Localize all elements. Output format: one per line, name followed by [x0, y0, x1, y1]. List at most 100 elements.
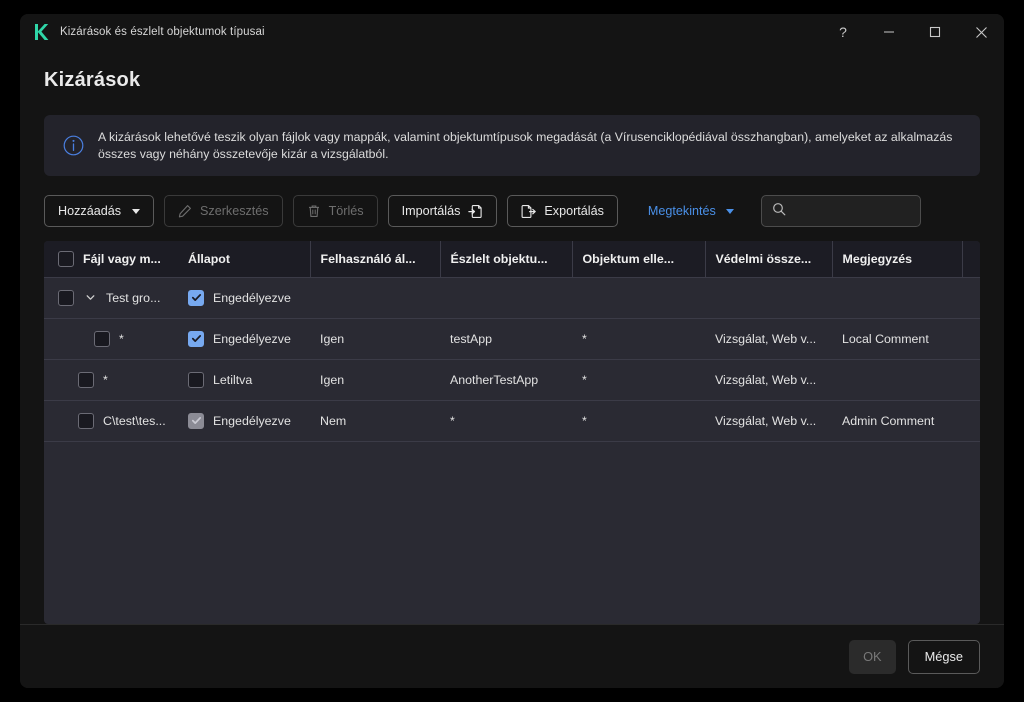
cell-file-text: Test gro...: [106, 291, 160, 305]
status-checkbox-3[interactable]: [188, 413, 204, 429]
minimize-button[interactable]: [866, 14, 912, 50]
search-icon: [772, 202, 786, 221]
table-row[interactable]: C\test\tes...EngedélyezveNem**Vizsgálat,…: [44, 400, 980, 441]
cell-objectcheck: *: [572, 400, 705, 441]
import-icon: [468, 204, 483, 219]
row-checkbox-2[interactable]: [78, 372, 94, 388]
cell-detected: [440, 277, 572, 318]
table-row[interactable]: *EngedélyezveIgentestApp*Vizsgálat, Web …: [44, 318, 980, 359]
cell-detected: testApp: [440, 318, 572, 359]
cell-comment: [832, 277, 962, 318]
cell-comment: Admin Comment: [832, 400, 962, 441]
cell-protection: Vizsgálat, Web v...: [705, 359, 832, 400]
cell-comment: [832, 359, 962, 400]
dialog-footer: OK Mégse: [20, 624, 1004, 688]
cell-protection: [705, 277, 832, 318]
cell-objectcheck: [572, 277, 705, 318]
cell-spacer: [962, 400, 980, 441]
table-header-select-all-cell: Fájl vagy m...: [44, 241, 178, 277]
column-header-protection[interactable]: Védelmi össze...: [705, 241, 832, 277]
cell-file-text: *: [119, 332, 124, 346]
delete-button[interactable]: Törlés: [293, 195, 378, 227]
export-button-label: Exportálás: [544, 204, 604, 218]
cell-status-text: Engedélyezve: [213, 414, 291, 428]
cell-user: Igen: [310, 359, 440, 400]
window-title: Kizárások és észlelt objektumok típusai: [60, 26, 265, 38]
window-controls: ?: [820, 14, 1004, 50]
cell-file: C\test\tes...: [44, 400, 178, 441]
table-body: Test gro... Engedélyezve * Engedélyezve Igen…: [44, 277, 980, 441]
cell-spacer: [962, 277, 980, 318]
help-button[interactable]: ?: [820, 14, 866, 50]
maximize-button[interactable]: [912, 14, 958, 50]
delete-button-label: Törlés: [329, 204, 364, 218]
cell-status: Engedélyezve: [178, 400, 310, 441]
cell-objectcheck: *: [572, 359, 705, 400]
expand-collapse-chevron-icon[interactable]: [83, 291, 97, 305]
exclusions-table-element: Fájl vagy m... ÁllapotFelhasználó ál...És…: [44, 241, 980, 442]
cell-file: Test gro...: [44, 277, 178, 318]
table-row[interactable]: *LetiltvaIgenAnotherTestApp*Vizsgálat, W…: [44, 359, 980, 400]
cell-file: *: [44, 359, 178, 400]
cell-user: Nem: [310, 400, 440, 441]
column-header-spacer: [962, 241, 980, 277]
cell-status-text: Engedélyezve: [213, 291, 291, 305]
cell-spacer: [962, 359, 980, 400]
row-checkbox-0[interactable]: [58, 290, 74, 306]
cell-protection: Vizsgálat, Web v...: [705, 400, 832, 441]
cell-file: *: [44, 318, 178, 359]
column-header-comment[interactable]: Megjegyzés: [832, 241, 962, 277]
column-header-detected[interactable]: Észlelt objektu...: [440, 241, 572, 277]
dialog-window: Kizárások és észlelt objektumok típusai …: [20, 14, 1004, 688]
info-circle-icon: [62, 135, 84, 157]
cell-protection: Vizsgálat, Web v...: [705, 318, 832, 359]
page-title: Kizárások: [44, 69, 980, 92]
view-dropdown[interactable]: Megtekintés: [648, 204, 734, 218]
edit-button[interactable]: Szerkesztés: [164, 195, 283, 227]
status-checkbox-1[interactable]: [188, 331, 204, 347]
title-bar: Kizárások és észlelt objektumok típusai …: [20, 14, 1004, 50]
cell-status: Letiltva: [178, 359, 310, 400]
column-header-objectcheck[interactable]: Objektum elle...: [572, 241, 705, 277]
row-checkbox-3[interactable]: [78, 413, 94, 429]
select-all-checkbox[interactable]: [58, 251, 74, 267]
cell-file-text: *: [103, 373, 108, 387]
add-button-label: Hozzáadás: [58, 204, 121, 218]
column-header-file[interactable]: Fájl vagy m...: [83, 252, 161, 266]
cell-file-text: C\test\tes...: [103, 414, 166, 428]
cell-detected: AnotherTestApp: [440, 359, 572, 400]
cell-user: [310, 277, 440, 318]
status-checkbox-2[interactable]: [188, 372, 204, 388]
table-header: Fájl vagy m... ÁllapotFelhasználó ál...És…: [44, 241, 980, 277]
row-checkbox-1[interactable]: [94, 331, 110, 347]
add-button[interactable]: Hozzáadás: [44, 195, 154, 227]
cell-spacer: [962, 318, 980, 359]
cell-status-text: Engedélyezve: [213, 332, 291, 346]
cell-user: Igen: [310, 318, 440, 359]
toolbar: Hozzáadás Szerkesztés: [44, 195, 980, 227]
ok-button[interactable]: OK: [849, 640, 896, 674]
info-banner-text: A kizárások lehetővé teszik olyan fájlok…: [98, 129, 962, 162]
view-dropdown-label: Megtekintés: [648, 204, 716, 218]
kaspersky-k-logo-icon: [32, 22, 50, 42]
cell-status-text: Letiltva: [213, 373, 252, 387]
search-input[interactable]: [794, 203, 910, 219]
import-button[interactable]: Importálás: [388, 195, 498, 227]
column-header-user[interactable]: Felhasználó ál...: [310, 241, 440, 277]
status-checkbox-0[interactable]: [188, 290, 204, 306]
dialog-content: Kizárások A kizárások lehetővé teszik ol…: [20, 50, 1004, 624]
cancel-button[interactable]: Mégse: [908, 640, 980, 674]
import-button-label: Importálás: [402, 204, 461, 218]
table-group-row[interactable]: Test gro... Engedélyezve: [44, 277, 980, 318]
chevron-down-icon: [726, 209, 734, 214]
cell-detected: *: [440, 400, 572, 441]
cell-comment: Local Comment: [832, 318, 962, 359]
column-header-status[interactable]: Állapot: [178, 241, 310, 277]
cell-status: Engedélyezve: [178, 318, 310, 359]
close-button[interactable]: [958, 14, 1004, 50]
export-icon: [521, 204, 536, 219]
search-box[interactable]: [761, 195, 921, 227]
export-button[interactable]: Exportálás: [507, 195, 618, 227]
exclusions-table: Fájl vagy m... ÁllapotFelhasználó ál...És…: [44, 241, 980, 624]
info-banner: A kizárások lehetővé teszik olyan fájlok…: [44, 115, 980, 176]
